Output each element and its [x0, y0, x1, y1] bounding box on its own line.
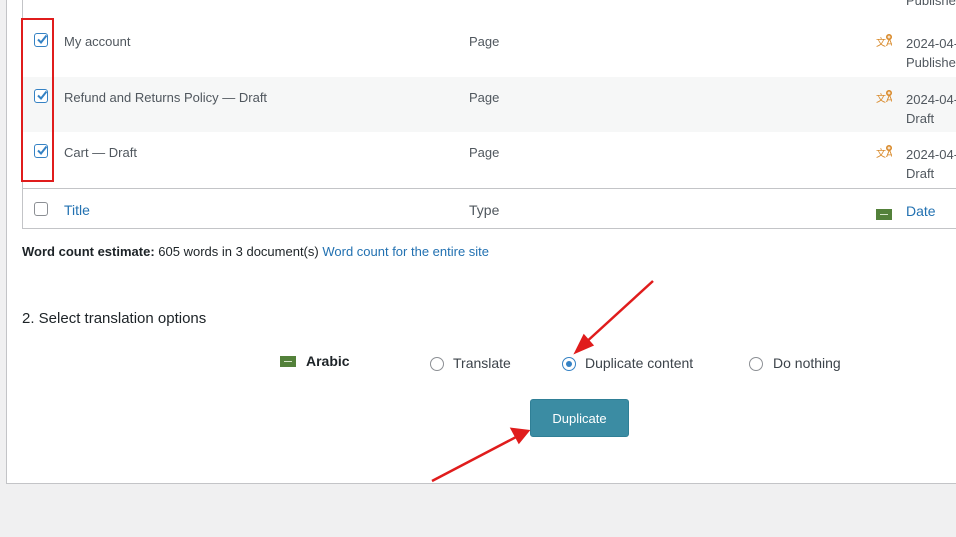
row-title[interactable]: Cart — Draft — [64, 145, 137, 160]
table-row: My account Page 文A 2024-04-Publishec — [23, 21, 956, 77]
translate-icon[interactable]: 文A — [876, 90, 893, 106]
row-title[interactable]: My account — [64, 34, 130, 49]
language-name: Arabic — [306, 353, 350, 369]
row-date: 2024-04- Draft — [906, 147, 956, 181]
translate-icon[interactable]: 文A — [876, 34, 893, 50]
selection-highlight-box — [21, 18, 54, 182]
word-count-estimate: Word count estimate: 605 words in 3 docu… — [22, 244, 489, 259]
title-column-header[interactable]: Title — [64, 202, 90, 218]
word-count-value: 605 words in 3 document(s) — [158, 244, 319, 259]
translate-option-label[interactable]: Translate — [453, 355, 511, 371]
table-row: Refund and Returns Policy — Draft Page 文… — [23, 77, 956, 132]
table-row: Publishec — [23, 0, 956, 21]
translate-icon[interactable]: 文A — [876, 145, 893, 161]
section-title: 2. Select translation options — [22, 310, 207, 327]
arabic-flag-icon — [280, 356, 296, 367]
duplicate-content-radio[interactable] — [562, 357, 576, 371]
duplicate-content-option-label[interactable]: Duplicate content — [585, 355, 693, 371]
row-type: Page — [469, 145, 500, 160]
type-column-header: Type — [469, 202, 500, 218]
row-status: Publishec — [906, 0, 956, 8]
do-nothing-option-label[interactable]: Do nothing — [773, 355, 841, 371]
table-footer: Title Type Date — [23, 188, 956, 228]
row-date: 2024-04-Publishec — [906, 36, 956, 70]
select-all-checkbox[interactable] — [34, 202, 48, 216]
date-column-header[interactable]: Date — [906, 202, 936, 221]
do-nothing-radio[interactable] — [749, 357, 763, 371]
language-flag-icon — [876, 206, 892, 222]
row-title[interactable]: Refund and Returns Policy — Draft — [64, 90, 267, 105]
translate-radio[interactable] — [430, 357, 444, 371]
row-type: Page — [469, 90, 500, 105]
word-count-site-link[interactable]: Word count for the entire site — [322, 244, 489, 259]
duplicate-button[interactable]: Duplicate — [530, 399, 629, 437]
documents-table: Publishec My account Page 文A 2024-04-Pub… — [22, 0, 956, 229]
row-type: Page — [469, 34, 500, 49]
row-date: 2024-04- Draft — [906, 92, 956, 126]
table-row: Cart — Draft Page 文A 2024-04- Draft — [23, 132, 956, 188]
word-count-label: Word count estimate: — [22, 244, 155, 259]
